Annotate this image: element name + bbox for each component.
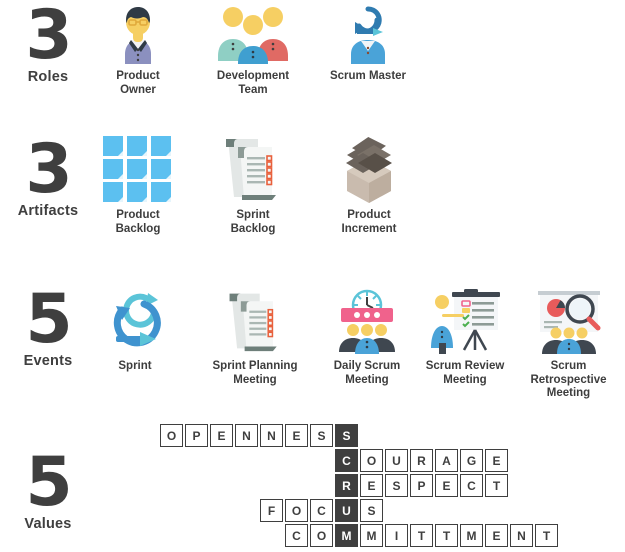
crossword-cell-highlight: R [335,474,358,497]
item-scrum-retrospective-meeting: Scrum Retrospective Meeting [512,286,625,401]
crossword-cell: E [435,474,458,497]
crossword-cell: T [535,524,558,547]
daily-scrum-meeting-caption: Daily Scrum Meeting [333,360,401,386]
product-increment-caption: Product Increment [341,209,397,235]
crossword-cell: E [485,524,508,547]
values-label: Values [24,515,72,532]
values-count-block: 5 Values [0,443,96,532]
crossword-cell: P [185,424,208,447]
scrum-review-meeting-icon [415,286,515,354]
crossword-cell: E [210,424,233,447]
crossword-cell: N [260,424,283,447]
crossword-cell: S [385,474,408,497]
crossword-cell: G [460,449,483,472]
crossword-word-focus: FOCUS [260,499,385,524]
item-sprint: Sprint [92,286,178,374]
crossword-cell: F [260,499,283,522]
events-label: Events [23,352,73,369]
item-sprint-backlog: Sprint Backlog [207,133,299,236]
crossword-cell-highlight: U [335,499,358,522]
scrum-framework-infographic: 3 Roles Product Owner Development Team S… [0,0,625,552]
crossword-cell: E [485,449,508,472]
development-team-caption: Development Team [216,70,290,96]
item-scrum-review-meeting: Scrum Review Meeting [415,286,515,387]
sprint-backlog-icon [207,133,299,203]
item-development-team: Development Team [203,2,303,97]
values-count: 5 [25,443,72,522]
roles-count: 3 [25,0,72,75]
crossword-cell: O [285,499,308,522]
crossword-cell: T [435,524,458,547]
crossword-cell: T [485,474,508,497]
scrum-master-icon [318,2,418,64]
crossword-cell-highlight: M [335,524,358,547]
crossword-cell: O [310,524,333,547]
sprint-backlog-caption: Sprint Backlog [230,209,276,235]
crossword-word-commitment: COMMITTMENT [285,524,560,549]
crossword-cell: C [285,524,308,547]
crossword-cell: U [385,449,408,472]
crossword-cell: P [410,474,433,497]
section-artifacts: 3 Artifacts Product Backlog Sprint Backl… [0,118,625,278]
item-product-increment: Product Increment [323,133,415,236]
crossword-cell: C [310,499,333,522]
daily-scrum-meeting-icon [318,286,416,354]
events-count: 5 [25,280,72,359]
crossword-cell: S [360,499,383,522]
artifacts-count: 3 [25,130,72,209]
crossword-cell: O [160,424,183,447]
crossword-cell: C [460,474,483,497]
product-owner-icon [92,2,184,64]
crossword-cell: M [460,524,483,547]
product-increment-icon [323,133,415,203]
item-daily-scrum-meeting: Daily Scrum Meeting [318,286,416,387]
scrum-master-caption: Scrum Master [329,70,407,82]
sprint-planning-meeting-icon [196,286,314,354]
section-events: 5 Events Sprint Sprint Planning Meeting … [0,278,625,416]
crossword-cell: I [385,524,408,547]
sprint-caption: Sprint [118,360,152,372]
development-team-icon [203,2,303,64]
product-backlog-icon [92,133,184,203]
roles-count-block: 3 Roles [0,0,96,85]
crossword-cell: E [360,474,383,497]
scrum-retrospective-meeting-icon [512,286,625,354]
roles-label: Roles [27,68,69,85]
crossword-cell: A [435,449,458,472]
product-owner-caption: Product Owner [116,70,160,96]
item-scrum-master: Scrum Master [318,2,418,84]
sprint-icon [92,286,178,354]
item-product-owner: Product Owner [92,2,184,97]
crossword-cell: R [410,449,433,472]
crossword-cell: S [310,424,333,447]
item-product-backlog: Product Backlog [92,133,184,236]
crossword-cell-highlight: S [335,424,358,447]
product-backlog-caption: Product Backlog [115,209,161,235]
crossword-word-openness: OPENNESS [160,424,360,449]
crossword-cell: E [285,424,308,447]
crossword-word-respect: RESPECT [335,474,510,499]
crossword-cell: O [360,449,383,472]
crossword-cell-highlight: C [335,449,358,472]
artifacts-label: Artifacts [17,202,79,219]
item-sprint-planning-meeting: Sprint Planning Meeting [196,286,314,387]
section-roles: 3 Roles Product Owner Development Team S… [0,0,625,118]
crossword-cell: N [510,524,533,547]
crossword-cell: T [410,524,433,547]
scrum-retrospective-meeting-caption: Scrum Retrospective Meeting [530,360,607,400]
sprint-planning-meeting-caption: Sprint Planning Meeting [212,360,298,386]
section-values: 5 Values OPENNESSCOURAGERESPECTFOCUSCOMM… [0,416,625,552]
crossword-cell: N [235,424,258,447]
crossword-word-courage: COURAGE [335,449,510,474]
events-count-block: 5 Events [0,280,96,369]
scrum-review-meeting-caption: Scrum Review Meeting [425,360,505,386]
artifacts-count-block: 3 Artifacts [0,130,96,219]
crossword-cell: M [360,524,383,547]
